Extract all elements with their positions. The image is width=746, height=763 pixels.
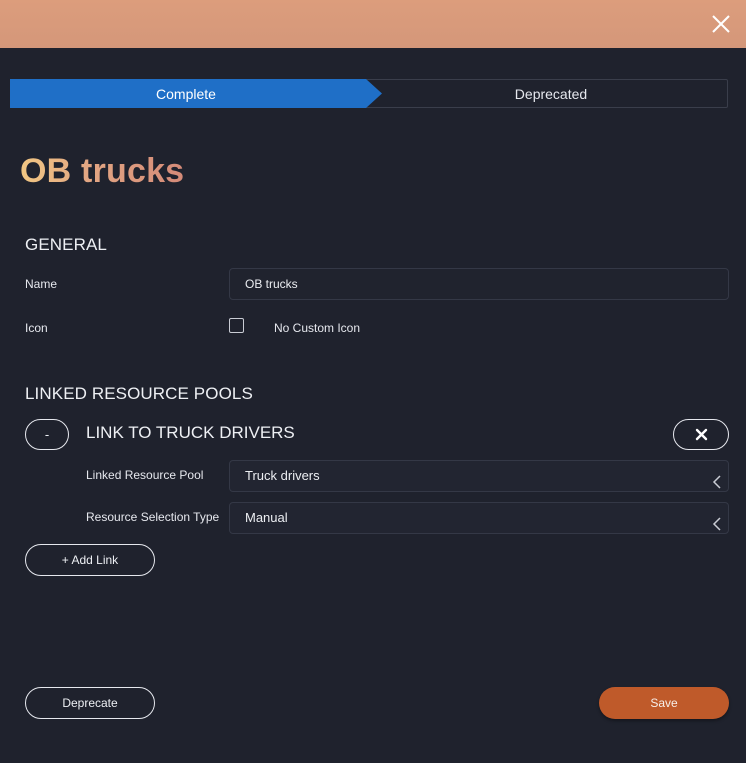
general-section-heading: GENERAL xyxy=(25,235,107,254)
linked-pools-section-heading: LINKED RESOURCE POOLS xyxy=(25,384,253,403)
deprecate-button[interactable]: Deprecate xyxy=(25,687,155,719)
no-custom-icon-label: No Custom Icon xyxy=(274,321,361,335)
linked-resource-pool-value: Truck drivers xyxy=(245,468,320,483)
linked-resource-pool-select[interactable]: Truck drivers xyxy=(229,460,729,492)
chevron-left-icon xyxy=(712,470,722,500)
resource-selection-type-label: Resource Selection Type xyxy=(86,510,220,524)
step-complete-label: Complete xyxy=(156,86,216,102)
collapse-link-button[interactable]: - xyxy=(25,419,69,450)
resource-selection-type-select[interactable]: Manual xyxy=(229,502,729,534)
save-button[interactable]: Save xyxy=(599,687,729,719)
step-deprecated[interactable]: Deprecated xyxy=(373,80,729,109)
close-icon[interactable] xyxy=(710,13,732,35)
add-link-button[interactable]: + Add Link xyxy=(25,544,155,576)
no-custom-icon-checkbox[interactable] xyxy=(229,318,244,333)
name-field[interactable]: OB trucks xyxy=(229,268,729,300)
name-label: Name xyxy=(25,277,58,291)
close-icon xyxy=(695,428,708,441)
window-header xyxy=(0,0,746,48)
page-title: OB trucks xyxy=(20,152,185,190)
remove-link-button[interactable] xyxy=(673,419,729,450)
linked-resource-pool-label: Linked Resource Pool xyxy=(86,468,204,482)
link-title: LINK TO TRUCK DRIVERS xyxy=(86,423,295,442)
icon-label: Icon xyxy=(25,321,48,335)
chevron-left-icon xyxy=(712,512,722,542)
status-stepper: Complete Deprecated xyxy=(10,79,728,108)
resource-selection-type-value: Manual xyxy=(245,510,288,525)
